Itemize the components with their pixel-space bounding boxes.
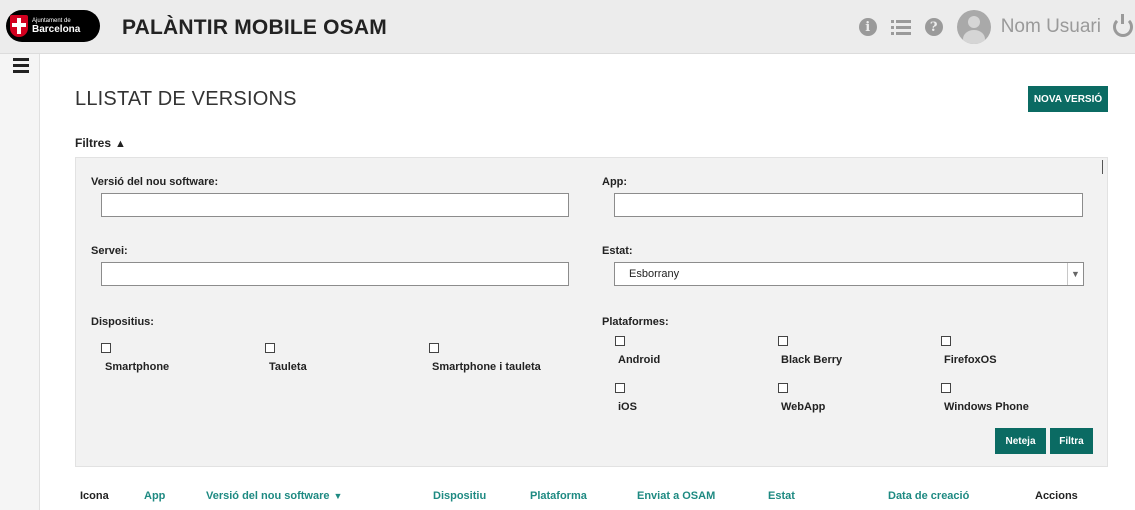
platform-checkbox-blackberry[interactable] [778, 336, 788, 346]
platform-label-firefoxos: FirefoxOS [944, 354, 997, 366]
clear-filters-button[interactable]: Neteja [995, 428, 1046, 454]
column-header-created-date[interactable]: Data de creació [888, 490, 969, 502]
apply-filters-button[interactable]: Filtra [1050, 428, 1093, 454]
device-label-both: Smartphone i tauleta [432, 361, 541, 373]
version-label: Versió del nou software: [91, 176, 219, 188]
device-checkbox-smartphone[interactable] [101, 343, 111, 353]
service-label: Servei: [91, 245, 128, 257]
platform-label-android: Android [618, 354, 661, 366]
filters-toggle[interactable]: Filtres ▲ [75, 136, 126, 150]
scrollbar[interactable] [1102, 160, 1103, 174]
header-actions: i ? Nom Usuari [858, 9, 1135, 45]
column-header-state[interactable]: Estat [768, 490, 795, 502]
service-input[interactable] [101, 262, 569, 286]
platform-label-windowsphone: Windows Phone [944, 401, 1029, 413]
user-name[interactable]: Nom Usuari [1001, 16, 1101, 38]
column-header-platform[interactable]: Plataforma [530, 490, 587, 502]
filters-label: Filtres [75, 136, 112, 150]
hamburger-menu-icon[interactable] [13, 58, 29, 73]
app-input[interactable] [614, 193, 1083, 217]
platform-checkbox-windowsphone[interactable] [941, 383, 951, 393]
version-input[interactable] [101, 193, 569, 217]
platform-label-webapp: WebApp [781, 401, 826, 413]
barcelona-logo[interactable]: Ajuntament de Barcelona [6, 10, 100, 42]
platform-checkbox-webapp[interactable] [778, 383, 788, 393]
column-header-sent-osam[interactable]: Enviat a OSAM [637, 490, 715, 502]
device-checkbox-both[interactable] [429, 343, 439, 353]
platform-checkbox-firefoxos[interactable] [941, 336, 951, 346]
platform-label-blackberry: Black Berry [781, 354, 843, 366]
new-version-button[interactable]: NOVA VERSIÓ [1028, 86, 1108, 112]
power-icon[interactable] [1113, 14, 1133, 37]
column-header-actions: Accions [1035, 490, 1078, 502]
column-header-icon: Icona [80, 490, 109, 502]
chevron-down-icon[interactable]: ▼ [1067, 263, 1083, 285]
logo-small-text: Ajuntament de [32, 17, 71, 24]
device-label-tablet: Tauleta [269, 361, 307, 373]
chevron-up-icon: ▲ [115, 138, 126, 150]
app-title: PALÀNTIR MOBILE OSAM [122, 16, 387, 39]
app-label: App: [602, 176, 628, 188]
device-label-smartphone: Smartphone [105, 361, 170, 373]
state-label: Estat: [602, 245, 633, 257]
page-title: LLISTAT DE VERSIONS [75, 88, 297, 110]
column-header-version[interactable]: Versió del nou software ▼ [206, 490, 342, 502]
user-avatar-icon[interactable] [956, 10, 991, 44]
column-header-device[interactable]: Dispositiu [433, 490, 486, 502]
shield-icon [10, 15, 28, 37]
platform-checkbox-ios[interactable] [615, 383, 625, 393]
devices-label: Dispositius: [91, 316, 154, 328]
column-header-app[interactable]: App [144, 490, 165, 502]
platform-checkbox-android[interactable] [615, 336, 625, 346]
platform-label-ios: iOS [618, 401, 637, 413]
info-icon[interactable]: i [858, 18, 877, 36]
sidebar [0, 54, 40, 510]
help-icon[interactable]: ? [924, 18, 943, 36]
platforms-label: Plataformes: [602, 316, 669, 328]
logo-big-text: Barcelona [32, 23, 81, 35]
device-checkbox-tablet[interactable] [265, 343, 275, 353]
sort-chevron-down-icon: ▼ [333, 491, 343, 501]
state-selected-value: Esborrany [629, 268, 680, 280]
top-header: Ajuntament de Barcelona PALÀNTIR MOBILE … [0, 0, 1135, 54]
column-header-version-label: Versió del nou software [206, 490, 330, 502]
list-icon[interactable] [890, 19, 911, 36]
state-select[interactable]: Esborrany ▼ [614, 262, 1084, 286]
filter-panel: Versió del nou software: App: Servei: Es… [75, 157, 1108, 467]
